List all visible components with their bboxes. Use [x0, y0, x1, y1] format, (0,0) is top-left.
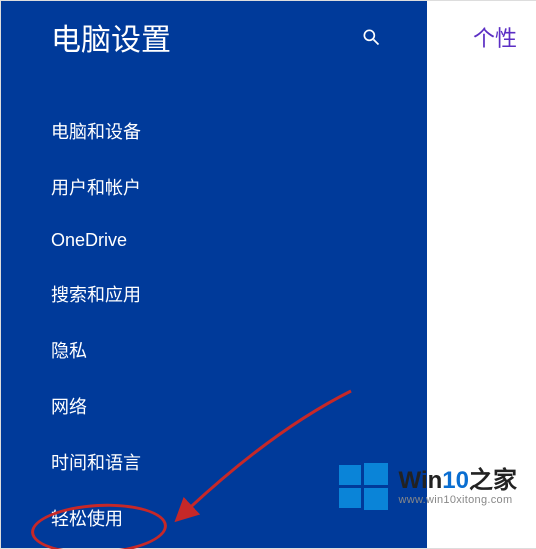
- sidebar-item-network[interactable]: 网络: [1, 378, 427, 434]
- sidebar-item-label: 隐私: [51, 341, 87, 361]
- sidebar-item-users-accounts[interactable]: 用户和帐户: [1, 159, 427, 215]
- sidebar-item-label: 搜索和应用: [51, 285, 141, 305]
- sidebar-item-pc-devices[interactable]: 电脑和设备: [1, 103, 427, 159]
- sidebar-item-time-language[interactable]: 时间和语言: [1, 434, 427, 490]
- settings-sidebar: 电脑设置 电脑和设备 用户和帐户 OneDrive 搜索和应用: [1, 1, 427, 548]
- sidebar-item-label: 电脑和设备: [51, 122, 141, 142]
- content-heading: 个性: [427, 1, 536, 53]
- sidebar-item-privacy[interactable]: 隐私: [1, 322, 427, 378]
- search-icon[interactable]: [361, 27, 381, 47]
- sidebar-item-label: 网络: [51, 397, 87, 417]
- sidebar-item-ease-of-access[interactable]: 轻松使用: [1, 490, 427, 546]
- content-pane: 个性: [427, 1, 536, 548]
- sidebar-item-label: 用户和帐户: [51, 178, 141, 198]
- sidebar-item-search-apps[interactable]: 搜索和应用: [1, 266, 427, 322]
- sidebar-item-onedrive[interactable]: OneDrive: [1, 215, 427, 266]
- sidebar-header: 电脑设置: [1, 1, 427, 73]
- sidebar-item-label: 轻松使用: [51, 509, 123, 529]
- sidebar-item-label: 时间和语言: [51, 453, 141, 473]
- sidebar-item-label: OneDrive: [51, 230, 127, 250]
- nav-list: 电脑和设备 用户和帐户 OneDrive 搜索和应用 隐私 网络 时间和语言 轻…: [1, 103, 427, 549]
- sidebar-title: 电脑设置: [51, 15, 171, 59]
- app-window: 电脑设置 电脑和设备 用户和帐户 OneDrive 搜索和应用: [0, 0, 536, 549]
